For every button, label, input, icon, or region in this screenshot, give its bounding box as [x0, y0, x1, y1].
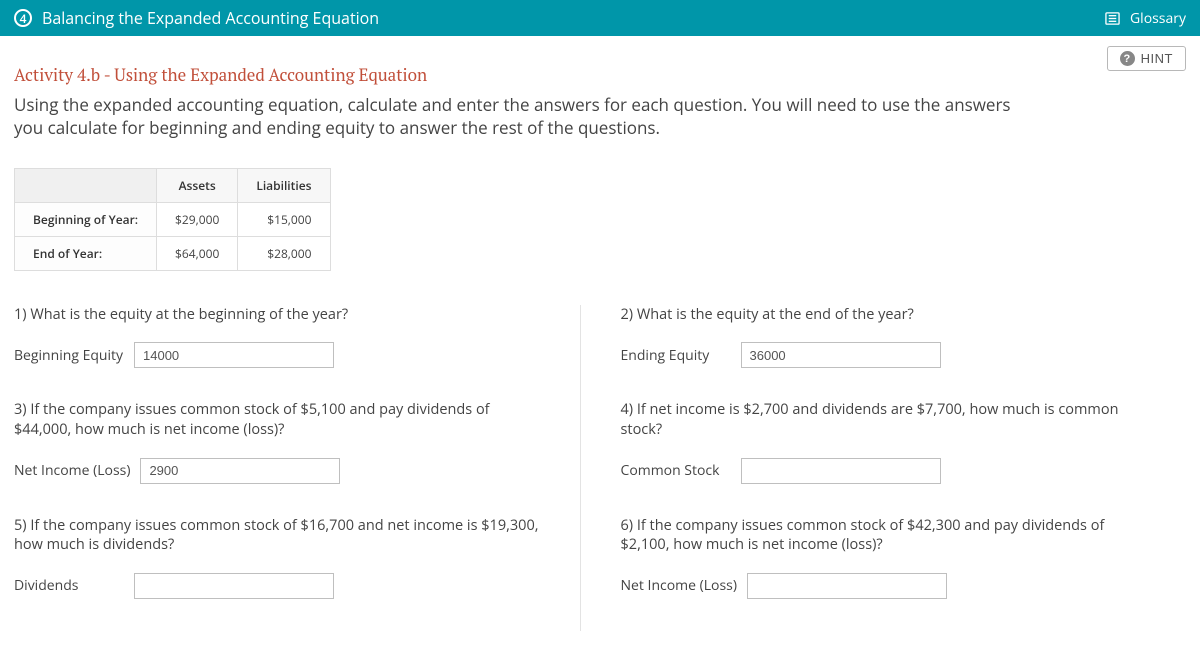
question-text: 1) What is the equity at the beginning o…	[14, 305, 550, 325]
glossary-label: Glossary	[1130, 9, 1186, 28]
glossary-icon	[1105, 11, 1120, 26]
question-text: 2) What is the equity at the end of the …	[621, 305, 1157, 325]
cell-value: $15,000	[238, 202, 330, 236]
answer-label: Net Income (Loss)	[621, 576, 737, 595]
table-row: Beginning of Year: $29,000 $15,000	[15, 202, 331, 236]
question-6: 6) If the company issues common stock of…	[621, 516, 1157, 599]
question-4: 4) If net income is $2,700 and dividends…	[621, 400, 1157, 483]
activity-title: Activity 4.b - Using the Expanded Accoun…	[14, 63, 1186, 86]
data-table: Assets Liabilities Beginning of Year: $2…	[14, 168, 331, 271]
row-label: End of Year:	[15, 236, 157, 270]
question-text: 3) If the company issues common stock of…	[14, 400, 550, 439]
activity-instructions: Using the expanded accounting equation, …	[14, 94, 1034, 140]
question-2: 2) What is the equity at the end of the …	[621, 305, 1157, 369]
beginning-equity-input[interactable]	[134, 342, 334, 368]
col-assets-header: Assets	[157, 168, 238, 202]
cell-value: $29,000	[157, 202, 238, 236]
question-5: 5) If the company issues common stock of…	[14, 516, 550, 599]
net-income-loss-input-q3[interactable]	[140, 458, 340, 484]
table-row: End of Year: $64,000 $28,000	[15, 236, 331, 270]
table-corner	[15, 168, 157, 202]
page-title: Balancing the Expanded Accounting Equati…	[42, 7, 1105, 29]
question-text: 6) If the company issues common stock of…	[621, 516, 1157, 555]
answer-label: Common Stock	[621, 461, 731, 480]
question-text: 5) If the company issues common stock of…	[14, 516, 550, 555]
question-text: 4) If net income is $2,700 and dividends…	[621, 400, 1157, 439]
dividends-input[interactable]	[134, 573, 334, 599]
questions-grid: 1) What is the equity at the beginning o…	[14, 305, 1186, 631]
cell-value: $64,000	[157, 236, 238, 270]
answer-label: Dividends	[14, 576, 124, 595]
hint-button[interactable]: ? HINT	[1107, 46, 1186, 71]
hint-label: HINT	[1141, 51, 1173, 66]
ending-equity-input[interactable]	[741, 342, 941, 368]
page-header: 4 Balancing the Expanded Accounting Equa…	[0, 0, 1200, 36]
row-label: Beginning of Year:	[15, 202, 157, 236]
net-income-loss-input-q6[interactable]	[747, 573, 947, 599]
question-icon: ?	[1120, 51, 1135, 66]
cell-value: $28,000	[238, 236, 330, 270]
answer-label: Beginning Equity	[14, 346, 124, 365]
common-stock-input[interactable]	[741, 458, 941, 484]
step-badge: 4	[14, 9, 32, 27]
col-liabilities-header: Liabilities	[238, 168, 330, 202]
answer-label: Net Income (Loss)	[14, 461, 130, 480]
question-1: 1) What is the equity at the beginning o…	[14, 305, 550, 369]
glossary-link[interactable]: Glossary	[1105, 9, 1186, 28]
question-3: 3) If the company issues common stock of…	[14, 400, 550, 483]
answer-label: Ending Equity	[621, 346, 731, 365]
